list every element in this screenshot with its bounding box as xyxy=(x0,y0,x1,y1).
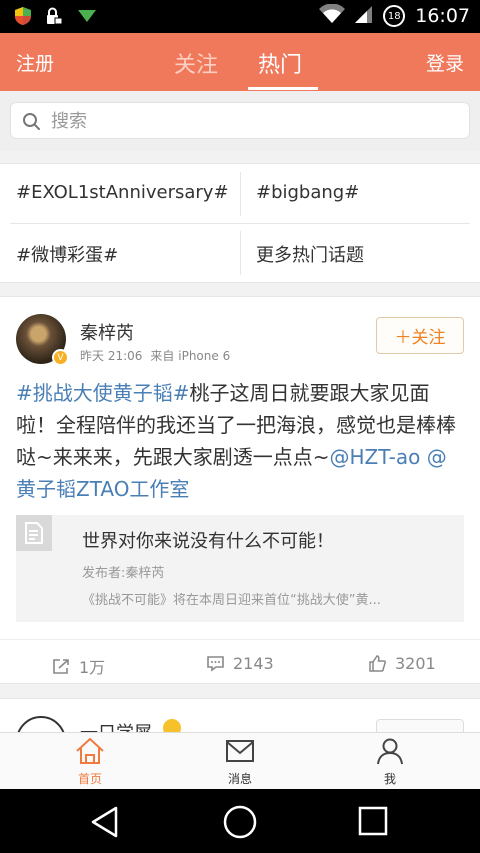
post-username[interactable]: 一只学犀 xyxy=(80,719,152,732)
topic-item[interactable]: #微博彩蛋# xyxy=(16,241,118,267)
article-icon xyxy=(16,515,52,551)
like-button[interactable]: 3201 xyxy=(368,654,436,673)
post-time: 昨天 21:06 xyxy=(80,349,143,363)
post-source: iPhone 6 xyxy=(178,349,231,363)
tab-messages-label: 消息 xyxy=(227,772,252,786)
post-actions: 1万 2143 3201 xyxy=(0,639,480,685)
recents-icon[interactable] xyxy=(357,805,389,837)
lock-icon xyxy=(44,6,64,30)
topic-item[interactable]: #bigbang# xyxy=(256,182,359,203)
clock: 16:07 xyxy=(415,5,470,27)
shield-icon xyxy=(14,6,32,30)
thumbs-up-icon xyxy=(369,655,386,672)
search-section xyxy=(0,91,480,151)
search-input[interactable] xyxy=(51,108,451,134)
download-icon xyxy=(76,8,98,28)
divider xyxy=(240,172,241,216)
more-topics-link[interactable]: 更多热门话题 xyxy=(256,241,364,267)
like-count: 3201 xyxy=(395,654,436,673)
back-icon[interactable] xyxy=(88,805,122,839)
search-box[interactable] xyxy=(10,102,470,139)
signal-icon xyxy=(355,4,373,28)
envelope-icon xyxy=(226,740,254,762)
divider xyxy=(10,223,470,224)
post-text: #挑战大使黄子韬#桃子这周日就要跟大家见面啦！全程陪伴的我还当了一把海浪，感觉也… xyxy=(16,377,466,505)
search-icon xyxy=(23,113,40,130)
repost-icon xyxy=(53,658,69,674)
quote-description: 《挑战不可能》将在本周日迎来首位“挑战大使”黄... xyxy=(82,593,381,608)
login-button[interactable]: 登录 xyxy=(426,49,464,76)
post-username[interactable]: 秦梓芮 xyxy=(80,319,134,345)
comment-count: 2143 xyxy=(233,654,274,673)
android-navigation-bar xyxy=(0,789,480,853)
quote-author: 发布者:秦梓芮 xyxy=(82,566,165,581)
tab-follow[interactable]: 关注 xyxy=(174,47,218,79)
status-bar: 18 16:07 xyxy=(0,0,480,33)
weibo-post-card[interactable]: V 秦梓芮 昨天 21:06 来自 iPhone 6 ＋关注 #挑战大使黄子韬#桃… xyxy=(0,296,480,684)
active-tab-indicator xyxy=(248,87,318,90)
hot-topics-grid: #EXOL1stAnniversary# #bigbang# #微博彩蛋# 更多… xyxy=(0,163,480,283)
status-right-icons: 18 16:07 xyxy=(319,3,470,28)
follow-button[interactable] xyxy=(376,719,464,732)
post-source-prefix: 来自 xyxy=(150,349,175,363)
avatar[interactable] xyxy=(16,716,66,732)
tab-home-label: 首页 xyxy=(77,772,102,786)
quote-title: 世界对你来说没有什么不可能！ xyxy=(82,531,334,552)
tab-home[interactable]: 首页 xyxy=(40,737,140,787)
home-circle-icon[interactable] xyxy=(222,804,258,840)
tab-me[interactable]: 我 xyxy=(340,737,440,787)
comment-button[interactable]: 2143 xyxy=(206,654,274,673)
wifi-icon xyxy=(319,3,346,28)
home-icon xyxy=(76,738,104,764)
verified-badge-icon: V xyxy=(52,349,69,366)
top-nav-bar: 注册 关注 热门 登录 xyxy=(0,33,480,91)
follow-button[interactable]: ＋关注 xyxy=(376,317,464,354)
quoted-article-card[interactable]: 世界对你来说没有什么不可能！ 发布者:秦梓芮 《挑战不可能》将在本周日迎来首位“… xyxy=(16,515,464,622)
battery-badge: 18 xyxy=(383,5,406,27)
tab-hot[interactable]: 热门 xyxy=(258,47,302,79)
repost-button[interactable]: 1万 xyxy=(52,654,105,678)
weibo-post-card[interactable]: 一只学犀 xyxy=(0,698,480,732)
repost-count: 1万 xyxy=(79,658,106,677)
avatar[interactable]: V xyxy=(16,314,69,366)
tab-messages[interactable]: 消息 xyxy=(190,737,290,787)
mention-link[interactable]: @HZT-ao xyxy=(330,445,421,469)
tab-me-label: 我 xyxy=(383,772,396,786)
emoji-icon xyxy=(163,719,181,732)
hashtag-link[interactable]: #挑战大使黄子韬# xyxy=(16,381,190,405)
divider xyxy=(240,231,241,275)
comment-icon xyxy=(207,656,224,672)
topic-item[interactable]: #EXOL1stAnniversary# xyxy=(16,182,229,203)
post-meta: 昨天 21:06 来自 iPhone 6 xyxy=(80,347,230,364)
person-icon xyxy=(377,738,403,765)
bottom-tab-bar: 首页 消息 我 xyxy=(0,732,480,789)
status-left-icons xyxy=(14,6,98,30)
register-button[interactable]: 注册 xyxy=(16,49,54,76)
